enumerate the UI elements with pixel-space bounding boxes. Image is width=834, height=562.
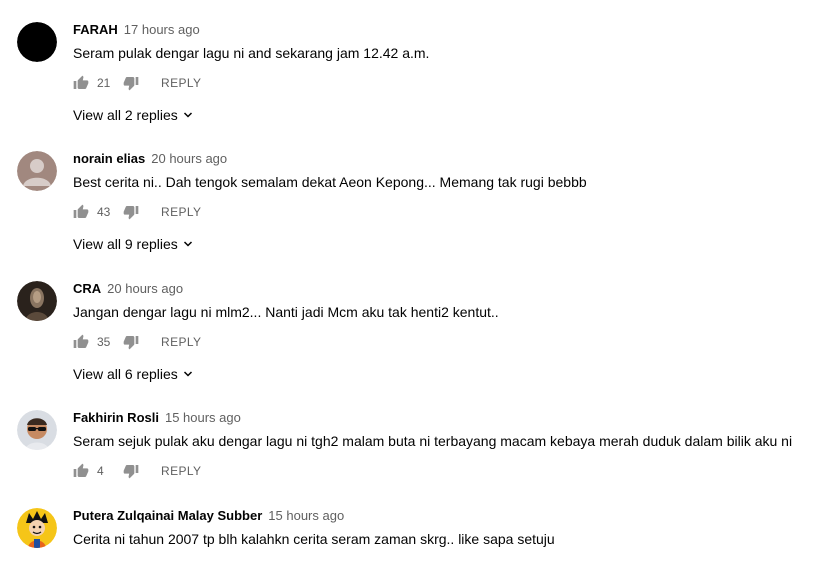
view-replies-button[interactable]: View all 2 replies bbox=[73, 107, 194, 123]
comment-text: Jangan dengar lagu ni mlm2... Nanti jadi… bbox=[73, 304, 499, 320]
comment-actions: 21 REPLY bbox=[73, 74, 201, 92]
comment-header: norain elias 20 hours ago bbox=[73, 151, 227, 167]
thumb-up-icon[interactable] bbox=[73, 463, 89, 479]
thumb-up-icon[interactable] bbox=[73, 75, 89, 91]
author-name[interactable]: norain elias bbox=[73, 151, 145, 166]
view-replies-label: View all 6 replies bbox=[73, 366, 178, 382]
comment-actions: 4 REPLY bbox=[73, 462, 201, 480]
avatar[interactable] bbox=[17, 508, 57, 548]
comment-actions: 43 REPLY bbox=[73, 203, 201, 221]
author-name[interactable]: Fakhirin Rosli bbox=[73, 410, 159, 425]
comment-header: Putera Zulqainai Malay Subber 15 hours ag… bbox=[73, 508, 344, 524]
comment-header: Fakhirin Rosli 15 hours ago bbox=[73, 410, 241, 426]
view-replies-button[interactable]: View all 9 replies bbox=[73, 236, 194, 252]
reply-button[interactable]: REPLY bbox=[161, 335, 201, 349]
like-count: 21 bbox=[97, 76, 111, 90]
reply-button[interactable]: REPLY bbox=[161, 205, 201, 219]
chevron-down-icon bbox=[182, 109, 194, 121]
reply-button[interactable]: REPLY bbox=[161, 464, 201, 478]
avatar[interactable] bbox=[17, 281, 57, 321]
avatar[interactable] bbox=[17, 410, 57, 450]
view-replies-button[interactable]: View all 6 replies bbox=[73, 366, 194, 382]
comment-text: Cerita ni tahun 2007 tp blh kalahkn ceri… bbox=[73, 531, 555, 547]
chevron-down-icon bbox=[182, 368, 194, 380]
like-count: 4 bbox=[97, 464, 104, 478]
comment-actions: 35 REPLY bbox=[73, 333, 201, 351]
comment-text: Seram sejuk pulak aku dengar lagu ni tgh… bbox=[73, 433, 793, 449]
comment-time[interactable]: 20 hours ago bbox=[151, 151, 227, 166]
comment-text: Seram pulak dengar lagu ni and sekarang … bbox=[73, 45, 430, 61]
author-name[interactable]: FARAH bbox=[73, 22, 118, 37]
reply-button[interactable]: REPLY bbox=[161, 76, 201, 90]
view-replies-label: View all 2 replies bbox=[73, 107, 178, 123]
avatar[interactable] bbox=[17, 151, 57, 191]
chevron-down-icon bbox=[182, 238, 194, 250]
thumb-down-icon[interactable] bbox=[123, 204, 139, 220]
author-name[interactable]: CRA bbox=[73, 281, 101, 296]
comment-header: CRA 20 hours ago bbox=[73, 281, 183, 297]
thumb-up-icon[interactable] bbox=[73, 204, 89, 220]
thumb-down-icon[interactable] bbox=[123, 334, 139, 350]
avatar[interactable] bbox=[17, 22, 57, 62]
comment-time[interactable]: 15 hours ago bbox=[268, 508, 344, 523]
comment-time[interactable]: 20 hours ago bbox=[107, 281, 183, 296]
comment-header: FARAH 17 hours ago bbox=[73, 22, 200, 38]
thumb-down-icon[interactable] bbox=[123, 463, 139, 479]
author-name[interactable]: Putera Zulqainai Malay Subber bbox=[73, 508, 262, 523]
like-count: 43 bbox=[97, 205, 111, 219]
comment-time[interactable]: 15 hours ago bbox=[165, 410, 241, 425]
comment-time[interactable]: 17 hours ago bbox=[124, 22, 200, 37]
thumb-up-icon[interactable] bbox=[73, 334, 89, 350]
view-replies-label: View all 9 replies bbox=[73, 236, 178, 252]
like-count: 35 bbox=[97, 335, 111, 349]
thumb-down-icon[interactable] bbox=[123, 75, 139, 91]
comment-text: Best cerita ni.. Dah tengok semalam deka… bbox=[73, 174, 587, 190]
